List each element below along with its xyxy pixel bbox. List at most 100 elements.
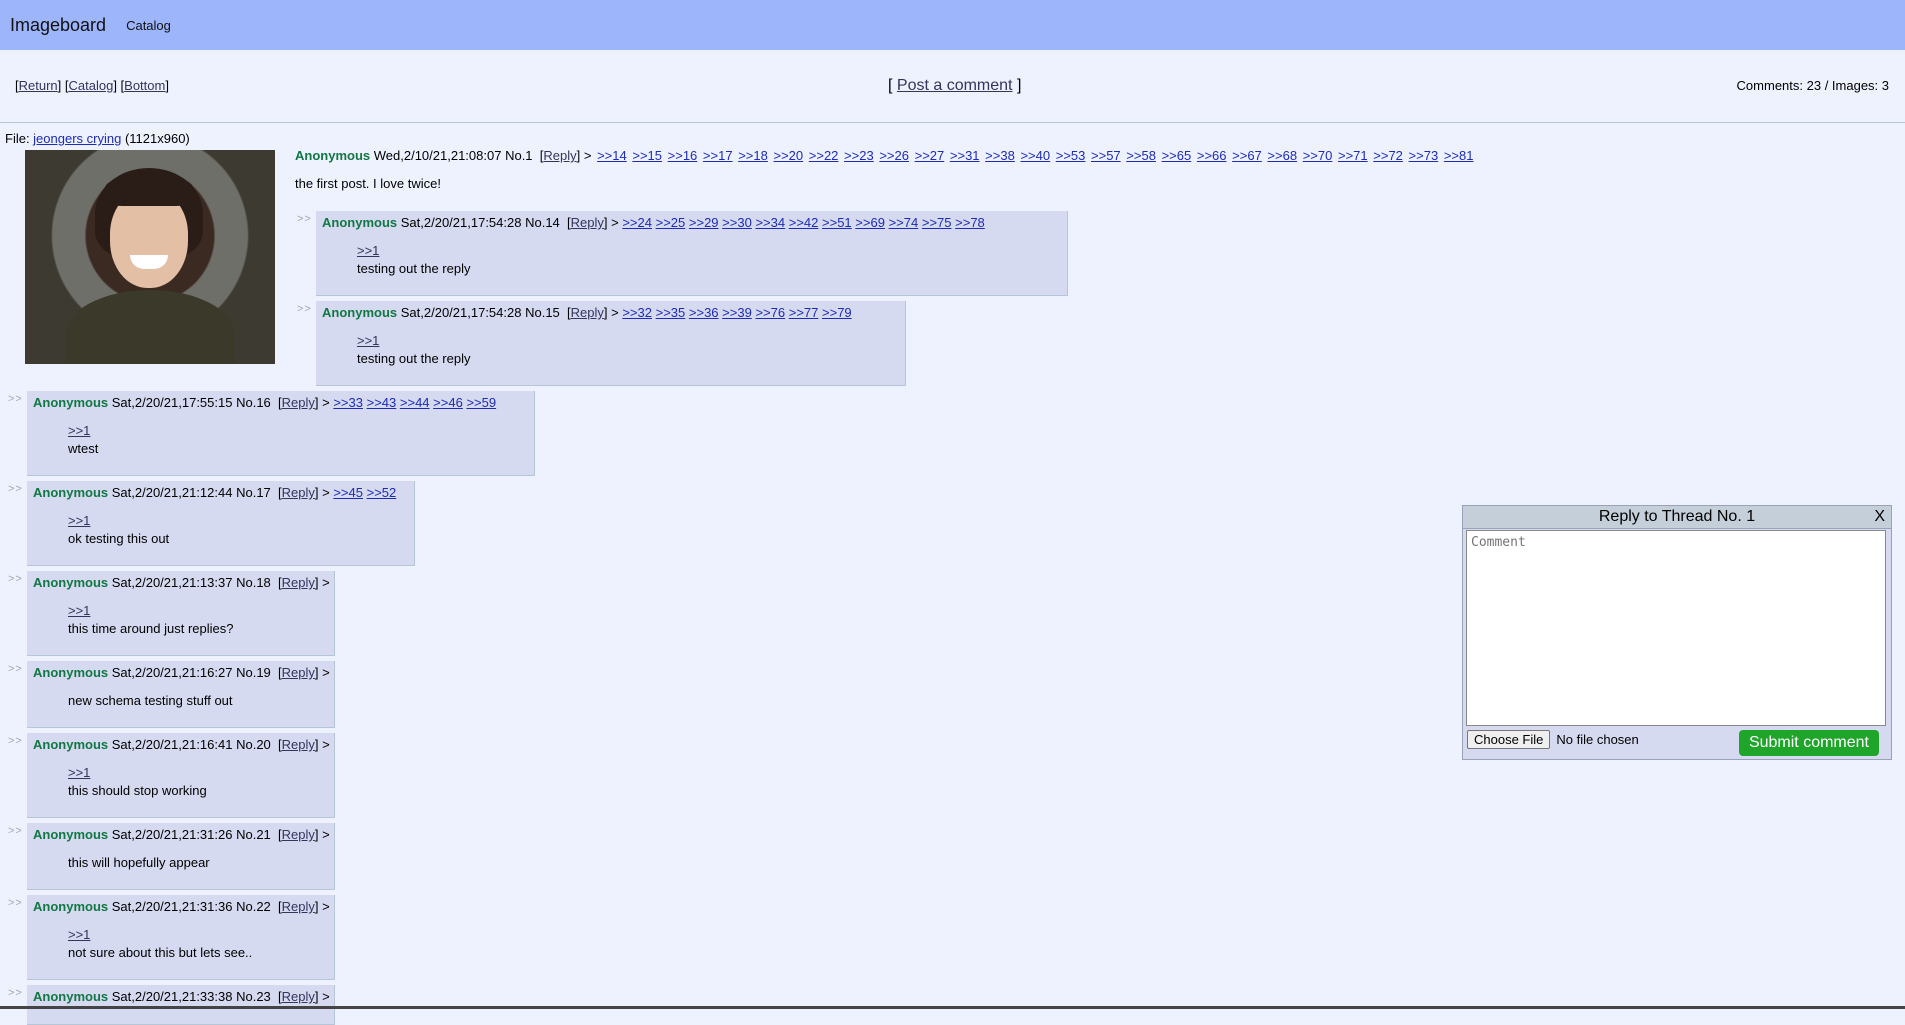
quote-link[interactable]: >>1 <box>68 764 328 782</box>
reply-link[interactable]: Reply <box>282 899 315 914</box>
backlink[interactable]: >>76 <box>755 305 785 320</box>
backlink[interactable]: >>58 <box>1126 148 1156 163</box>
backlink[interactable]: >>44 <box>400 395 430 410</box>
reply-link[interactable]: Reply <box>282 827 315 842</box>
backlink[interactable]: >>59 <box>466 395 496 410</box>
poster-name: Anonymous <box>33 485 109 500</box>
post-number[interactable]: No.20 <box>236 737 271 752</box>
backlink[interactable]: >>18 <box>738 148 768 163</box>
backlink[interactable]: >>42 <box>789 215 819 230</box>
reply-link[interactable]: Reply <box>282 395 315 410</box>
post-number[interactable]: No.22 <box>236 899 271 914</box>
backlink[interactable]: >>33 <box>333 395 363 410</box>
post-date: Sat,2/20/21,17:54:28 <box>400 215 522 230</box>
backlink[interactable]: >>31 <box>950 148 980 163</box>
backlink[interactable]: >>35 <box>656 305 686 320</box>
catalog-nav-link[interactable]: Catalog <box>126 18 171 33</box>
backlink[interactable]: >>75 <box>922 215 952 230</box>
quote-link[interactable]: >>1 <box>68 602 328 620</box>
post-number[interactable]: No.1 <box>505 148 532 163</box>
backlink[interactable]: >>52 <box>367 485 397 500</box>
reply-arrows: >> <box>8 825 23 837</box>
backlink[interactable]: >>40 <box>1020 148 1050 163</box>
backlink[interactable]: >>27 <box>915 148 945 163</box>
backlink[interactable]: >>39 <box>722 305 752 320</box>
post-comment-link[interactable]: Post a comment <box>897 77 1013 94</box>
reply-link[interactable]: Reply <box>282 665 315 680</box>
post-number[interactable]: No.23 <box>236 989 271 1004</box>
submit-comment-button[interactable]: Submit comment <box>1738 730 1879 756</box>
backlink[interactable]: >>46 <box>433 395 463 410</box>
top-bar: Imageboard Catalog <box>0 0 1905 50</box>
reply-link[interactable]: Reply <box>543 148 576 163</box>
backlink[interactable]: >>79 <box>822 305 852 320</box>
backlink[interactable]: >>34 <box>755 215 785 230</box>
backlink[interactable]: >>65 <box>1162 148 1192 163</box>
post-text: testing out the reply <box>357 261 471 276</box>
backlink[interactable]: >>70 <box>1303 148 1333 163</box>
post-number[interactable]: No.19 <box>236 665 271 680</box>
backlink[interactable]: >>16 <box>668 148 698 163</box>
backlink[interactable]: >>74 <box>889 215 919 230</box>
reply-link[interactable]: Reply <box>282 989 315 1004</box>
return-link[interactable]: Return <box>19 78 58 93</box>
backlink[interactable]: >>57 <box>1091 148 1121 163</box>
backlink[interactable]: >>29 <box>689 215 719 230</box>
backlink[interactable]: >>32 <box>622 305 652 320</box>
op-file-link[interactable]: jeongers crying <box>33 131 121 146</box>
quote-link[interactable]: >>1 <box>68 422 528 440</box>
backlink[interactable]: >>20 <box>773 148 803 163</box>
backlink[interactable]: >>38 <box>985 148 1015 163</box>
post-number[interactable]: No.14 <box>525 215 560 230</box>
backlink[interactable]: >>24 <box>622 215 652 230</box>
backlink[interactable]: >>36 <box>689 305 719 320</box>
backlink[interactable]: >>78 <box>955 215 985 230</box>
bottom-link[interactable]: Bottom <box>124 78 165 93</box>
post-number[interactable]: No.17 <box>236 485 271 500</box>
backlink[interactable]: >>15 <box>632 148 662 163</box>
backlink[interactable]: >>26 <box>879 148 909 163</box>
quote-link[interactable]: >>1 <box>68 926 328 944</box>
quick-reply-header[interactable]: Reply to Thread No. 1 X <box>1463 506 1891 529</box>
reply-link[interactable]: Reply <box>571 215 604 230</box>
op-thumbnail[interactable] <box>25 150 275 364</box>
post-number[interactable]: No.15 <box>525 305 560 320</box>
backlink[interactable]: >>71 <box>1338 148 1368 163</box>
poster-name: Anonymous <box>33 395 109 410</box>
backlink[interactable]: >>30 <box>722 215 752 230</box>
backlink[interactable]: >>23 <box>844 148 874 163</box>
choose-file-button[interactable]: Choose File <box>1467 730 1551 749</box>
site-title[interactable]: Imageboard <box>10 15 106 36</box>
backlink[interactable]: >>43 <box>367 395 397 410</box>
backlink[interactable]: >>14 <box>597 148 627 163</box>
backlink[interactable]: >>73 <box>1409 148 1439 163</box>
backlink[interactable]: >>45 <box>333 485 363 500</box>
backlink[interactable]: >>17 <box>703 148 733 163</box>
post-number[interactable]: No.16 <box>236 395 271 410</box>
backlink[interactable]: >>22 <box>809 148 839 163</box>
post-number[interactable]: No.21 <box>236 827 271 842</box>
reply-link[interactable]: Reply <box>282 575 315 590</box>
quote-link[interactable]: >>1 <box>357 242 1061 260</box>
backlink[interactable]: >>81 <box>1444 148 1474 163</box>
quote-link[interactable]: >>1 <box>68 512 408 530</box>
comment-textarea[interactable] <box>1466 530 1886 726</box>
reply-link[interactable]: Reply <box>571 305 604 320</box>
catalog-link[interactable]: Catalog <box>69 78 114 93</box>
quote-link[interactable]: >>1 <box>357 332 899 350</box>
backlink[interactable]: >>68 <box>1267 148 1297 163</box>
backlink[interactable]: >>67 <box>1232 148 1262 163</box>
backlink[interactable]: >>77 <box>789 305 819 320</box>
close-icon[interactable]: X <box>1874 506 1885 528</box>
reply-post: Anonymous Sat,2/20/21,17:55:15 No.16 [Re… <box>27 391 535 476</box>
backlink[interactable]: >>25 <box>656 215 686 230</box>
reply-link[interactable]: Reply <box>282 485 315 500</box>
backlink[interactable]: >>69 <box>855 215 885 230</box>
backlink[interactable]: >>53 <box>1056 148 1086 163</box>
reply-link[interactable]: Reply <box>282 737 315 752</box>
reply-post: Anonymous Sat,2/20/21,21:31:26 No.21 [Re… <box>27 823 335 890</box>
backlink[interactable]: >>51 <box>822 215 852 230</box>
post-number[interactable]: No.18 <box>236 575 271 590</box>
backlink[interactable]: >>72 <box>1373 148 1403 163</box>
backlink[interactable]: >>66 <box>1197 148 1227 163</box>
